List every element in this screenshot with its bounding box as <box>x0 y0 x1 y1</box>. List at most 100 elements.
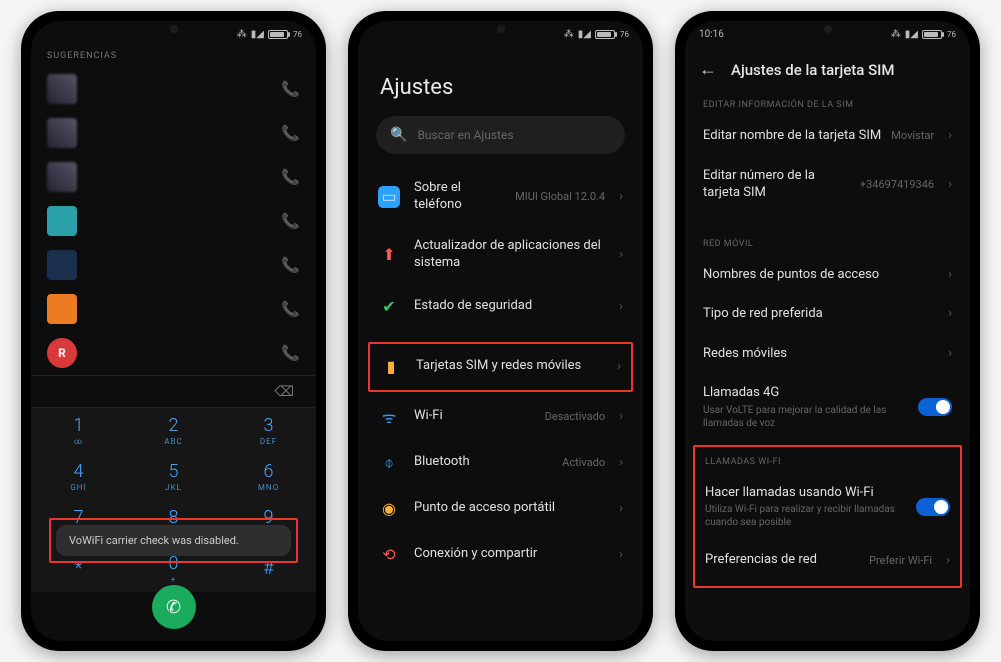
row-wificall[interactable]: Hacer llamadas usando Wi-Fi Utiliza Wi-F… <box>695 473 960 541</box>
chevron-right-icon: › <box>948 306 952 321</box>
phone-settings: ⁂ ▮◢ 76 Ajustes 🔍 Buscar en Ajustes ▭ So… <box>348 11 653 651</box>
settings-item-bluetooth[interactable]: ⌽ Bluetooth Activado › <box>358 440 643 486</box>
signal-icon: ▮◢ <box>905 29 918 40</box>
chevron-right-icon: › <box>619 299 623 314</box>
phone-icon[interactable]: 📞 <box>281 124 300 142</box>
search-icon: 🔍 <box>390 127 407 143</box>
bluetooth-icon: ⌽ <box>378 452 400 474</box>
settings-item-sim[interactable]: ▮ Tarjetas SIM y redes móviles › <box>370 344 631 390</box>
section-label: LLAMADAS WI-FI <box>695 447 960 473</box>
dial-button[interactable]: ✆ <box>152 585 196 629</box>
bluetooth-icon: ⁂ <box>237 29 247 40</box>
avatar <box>47 250 77 280</box>
toast-message: VoWiFi carrier check was disabled. <box>56 525 291 556</box>
battery-percent: 76 <box>947 30 956 39</box>
phone-icon[interactable]: 📞 <box>281 80 300 98</box>
contact-row[interactable]: 📞 <box>47 155 300 199</box>
camera-notch <box>497 25 505 33</box>
chevron-right-icon: › <box>948 267 952 282</box>
avatar <box>47 294 77 324</box>
update-icon: ⬆ <box>378 244 400 266</box>
phone-icon: ✆ <box>166 597 181 618</box>
avatar <box>47 74 77 104</box>
phone-icon[interactable]: 📞 <box>281 344 300 362</box>
row-edit-number[interactable]: Editar número de la tarjeta SIM +3469741… <box>685 156 970 213</box>
bluetooth-icon: ⁂ <box>564 29 574 40</box>
chevron-right-icon: › <box>619 189 623 204</box>
keypad: 1∞ 2ABC 3DEF 4GHI 5JKL 6MNO 7PQRS 8TUV 9… <box>31 407 316 592</box>
key-1[interactable]: 1∞ <box>31 408 126 454</box>
toggle-volte[interactable] <box>918 398 952 416</box>
settings-item-security[interactable]: ✔ Estado de seguridad › <box>358 284 643 330</box>
toggle-wificall[interactable] <box>916 498 950 516</box>
settings-item-hotspot[interactable]: ◉ Punto de acceso portátil › <box>358 486 643 532</box>
battery-percent: 76 <box>293 30 302 39</box>
battery-icon <box>268 30 288 39</box>
chevron-right-icon: › <box>619 455 623 470</box>
chevron-right-icon: › <box>948 177 952 192</box>
avatar <box>47 118 77 148</box>
contact-row[interactable]: 📞 <box>47 243 300 287</box>
backspace-icon[interactable]: ⌫ <box>274 384 294 400</box>
camera-notch <box>824 25 832 33</box>
header: ← Ajustes de la tarjeta SIM <box>685 45 970 90</box>
back-button[interactable]: ← <box>699 59 717 80</box>
sim-icon: ▮ <box>380 356 402 378</box>
phone-sim-settings: 10:16 ⁂ ▮◢ 76 ← Ajustes de la tarjeta SI… <box>675 11 980 651</box>
row-mobnet[interactable]: Redes móviles › <box>685 334 970 374</box>
settings-item-updater[interactable]: ⬆ Actualizador de aplicaciones del siste… <box>358 226 643 284</box>
section-label: RED MÓVIL <box>685 229 970 255</box>
phone-info-icon: ▭ <box>378 186 400 208</box>
contact-row[interactable]: 📞 <box>47 67 300 111</box>
contact-row[interactable]: 📞 <box>47 111 300 155</box>
chevron-right-icon: › <box>948 346 952 361</box>
key-6[interactable]: 6MNO <box>221 454 316 500</box>
row-volte[interactable]: Llamadas 4G Usar VoLTE para mejorar la c… <box>685 373 970 441</box>
settings-item-wifi[interactable]: ᯤ Wi-Fi Desactivado › <box>358 394 643 440</box>
phone-dialer: ⁂ ▮◢ 76 SUGERENCIAS 📞 📞 📞 📞 📞 📞 R📞 ⌫ 1∞ … <box>21 11 326 651</box>
settings-item-share[interactable]: ⟲ Conexión y compartir › <box>358 532 643 578</box>
key-2[interactable]: 2ABC <box>126 408 221 454</box>
phone-icon[interactable]: 📞 <box>281 300 300 318</box>
chevron-right-icon: › <box>619 501 623 516</box>
row-apn[interactable]: Nombres de puntos de acceso › <box>685 255 970 295</box>
camera-notch <box>170 25 178 33</box>
phone-icon[interactable]: 📞 <box>281 212 300 230</box>
dialer-top: ⌫ <box>31 375 316 407</box>
shield-icon: ✔ <box>378 296 400 318</box>
chevron-right-icon: › <box>619 247 623 262</box>
avatar <box>47 162 77 192</box>
phone-icon[interactable]: 📞 <box>281 168 300 186</box>
row-edit-name[interactable]: Editar nombre de la tarjeta SIM Movistar… <box>685 116 970 156</box>
row-nettype[interactable]: Tipo de red preferida › <box>685 294 970 334</box>
page-title: Ajustes de la tarjeta SIM <box>731 61 895 79</box>
chevron-right-icon: › <box>948 128 952 143</box>
chevron-right-icon: › <box>619 547 623 562</box>
highlight-box: ▮ Tarjetas SIM y redes móviles › <box>368 342 633 392</box>
contact-row[interactable]: R📞 <box>47 331 300 375</box>
chevron-right-icon: › <box>946 553 950 568</box>
avatar <box>47 206 77 236</box>
key-4[interactable]: 4GHI <box>31 454 126 500</box>
status-time: 10:16 <box>699 29 724 40</box>
battery-icon <box>595 30 615 39</box>
chevron-right-icon: › <box>619 409 623 424</box>
battery-icon <box>922 30 942 39</box>
phone-icon[interactable]: 📞 <box>281 256 300 274</box>
contact-row[interactable]: 📞 <box>47 199 300 243</box>
search-input[interactable]: 🔍 Buscar en Ajustes <box>376 116 625 154</box>
hotspot-icon: ◉ <box>378 498 400 520</box>
battery-percent: 76 <box>620 30 629 39</box>
key-3[interactable]: 3DEF <box>221 408 316 454</box>
search-placeholder: Buscar en Ajustes <box>417 128 513 142</box>
row-netpref[interactable]: Preferencias de red Preferir Wi-Fi › <box>695 540 960 580</box>
chevron-right-icon: › <box>617 359 621 374</box>
settings-item-about[interactable]: ▭ Sobre el teléfono MIUI Global 12.0.4 › <box>358 168 643 226</box>
signal-icon: ▮◢ <box>578 29 591 40</box>
bluetooth-icon: ⁂ <box>891 29 901 40</box>
wifi-icon: ᯤ <box>378 406 400 428</box>
key-5[interactable]: 5JKL <box>126 454 221 500</box>
signal-icon: ▮◢ <box>251 29 264 40</box>
contact-row[interactable]: 📞 <box>47 287 300 331</box>
highlight-box: LLAMADAS WI-FI Hacer llamadas usando Wi-… <box>693 445 962 588</box>
